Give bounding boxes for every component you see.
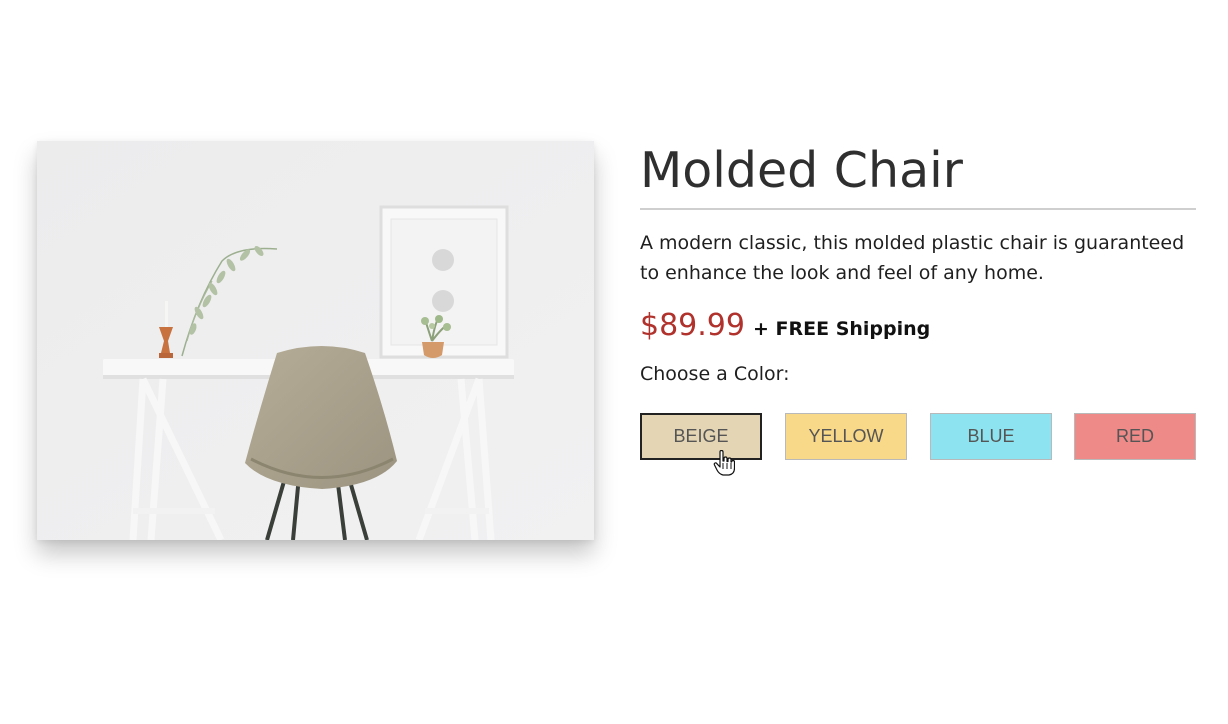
hand-pointer-icon: [713, 450, 735, 476]
color-picker-label: Choose a Color:: [640, 363, 790, 385]
color-option-blue[interactable]: BLUE: [930, 413, 1052, 460]
desk-and-chair-photo: [37, 141, 594, 540]
color-option-beige[interactable]: BEIGE: [640, 413, 762, 460]
title-divider: [640, 208, 1196, 210]
shipping-note: + FREE Shipping: [752, 318, 931, 340]
color-option-label: YELLOW: [808, 426, 884, 446]
color-option-red[interactable]: RED: [1074, 413, 1196, 460]
color-option-label: BEIGE: [673, 426, 729, 446]
price-row: $89.99 + FREE Shipping: [640, 308, 1196, 343]
product-price: $89.99: [640, 308, 745, 343]
product-info: Molded Chair A modern classic, this mold…: [640, 140, 1196, 460]
product-title: Molded Chair: [640, 142, 963, 199]
color-option-label: RED: [1115, 426, 1154, 446]
product-description: A modern classic, this molded plastic ch…: [640, 232, 1185, 284]
color-option-label: BLUE: [967, 426, 1015, 446]
color-option-yellow[interactable]: YELLOW: [785, 413, 907, 460]
product-image: [37, 141, 594, 540]
